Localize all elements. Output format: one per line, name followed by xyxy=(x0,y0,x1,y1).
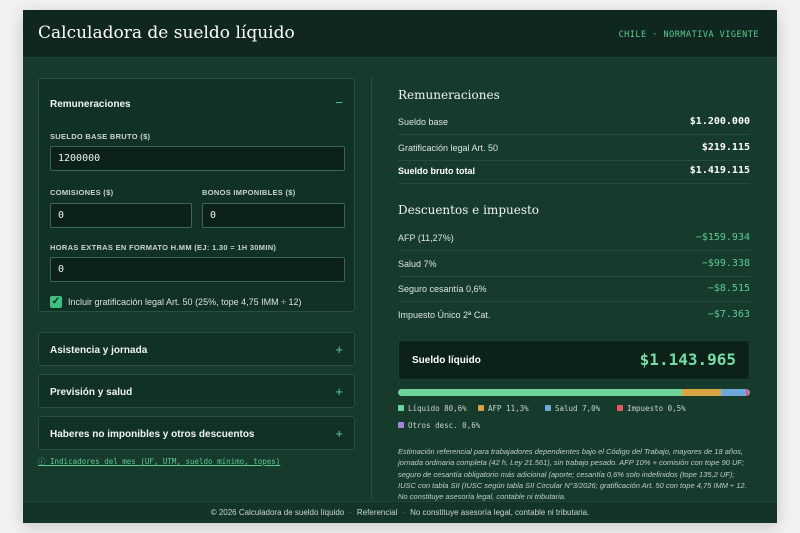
app-window: Calculadora de sueldo líquido CHILE · NO… xyxy=(23,10,777,523)
discount-value: −$99.338 xyxy=(701,258,750,269)
footer-disclaimer: No constituye asesoría legal, contable n… xyxy=(410,508,590,517)
panel-prevision[interactable]: Previsión y salud + xyxy=(38,374,355,408)
bonos-input[interactable]: 0 xyxy=(202,203,345,228)
legend-item-afp: AFP 11,3% xyxy=(478,404,529,413)
distribution-segment-2 xyxy=(721,389,747,396)
result-value: $1.419.115 xyxy=(689,165,750,176)
result-row-total: Sueldo bruto total $1.419.115 xyxy=(398,158,750,184)
discount-row: Salud 7% −$99.338 xyxy=(398,251,750,277)
comisiones-input[interactable]: 0 xyxy=(50,203,192,228)
sueldo-base-label: SUELDO BASE BRUTO ($) xyxy=(50,132,151,141)
expand-icon[interactable]: + xyxy=(335,384,343,399)
legend-swatch xyxy=(398,422,404,428)
discount-label: AFP (11,27%) xyxy=(398,233,454,243)
legend-swatch xyxy=(545,405,551,411)
sueldo-liquido-label: Sueldo líquido xyxy=(412,355,481,366)
bonos-label: BONOS IMPONIBLES ($) xyxy=(202,188,296,197)
legend-item-salud: Salud 7,0% xyxy=(545,404,600,413)
header: Calculadora de sueldo líquido CHILE · NO… xyxy=(23,10,777,58)
panel-remuneraciones: Remuneraciones − SUELDO BASE BRUTO ($) 1… xyxy=(38,78,355,312)
discount-row: AFP (11,27%) −$159.934 xyxy=(398,225,750,251)
legend-swatch xyxy=(478,405,484,411)
results-column: Remuneraciones Sueldo base $1.200.000 Gr… xyxy=(371,78,751,501)
discount-label: Seguro cesantía 0,6% xyxy=(398,284,487,294)
discount-label: Salud 7% xyxy=(398,259,437,269)
legend-item-liquido: Líquido 80,6% xyxy=(398,404,467,413)
panel-haberes[interactable]: Haberes no imponibles y otros descuentos… xyxy=(38,416,355,450)
footer-referencial: Referencial xyxy=(356,508,398,517)
collapse-icon[interactable]: − xyxy=(335,95,343,110)
legend-swatch xyxy=(617,405,623,411)
discount-value: −$8.515 xyxy=(707,283,750,294)
gratificacion-checkbox[interactable]: ✓ xyxy=(50,296,62,308)
footer-copyright: © 2026 Calculadora de sueldo líquido xyxy=(210,508,345,517)
remuneraciones-heading: Remuneraciones xyxy=(398,88,500,102)
result-label: Gratificación legal Art. 50 xyxy=(398,143,499,153)
sueldo-base-input[interactable]: 1200000 xyxy=(50,146,345,171)
distribution-bar xyxy=(398,389,750,396)
panel-title-remuneraciones[interactable]: Remuneraciones xyxy=(50,99,131,110)
panel-title-haberes[interactable]: Haberes no imponibles y otros descuentos xyxy=(50,429,255,440)
result-label: Sueldo bruto total xyxy=(398,166,475,176)
result-value: $1.200.000 xyxy=(689,116,750,127)
result-label: Sueldo base xyxy=(398,117,449,127)
discount-value: −$7.363 xyxy=(707,309,750,320)
discount-row: Seguro cesantía 0,6% −$8.515 xyxy=(398,276,750,302)
comisiones-label: COMISIONES ($) xyxy=(50,188,114,197)
sueldo-liquido-value: $1.143.965 xyxy=(639,350,736,369)
discount-label: Impuesto Único 2ª Cat. xyxy=(398,310,491,320)
distribution-segment-1 xyxy=(681,389,722,396)
expand-icon[interactable]: + xyxy=(335,426,343,441)
indicadores-link[interactable]: ⓘ Indicadores del mes (UF, UTM, sueldo m… xyxy=(38,456,280,467)
descuentos-heading: Descuentos e impuesto xyxy=(398,203,540,217)
distribution-segment-4 xyxy=(747,389,750,396)
panel-title-prevision[interactable]: Previsión y salud xyxy=(50,387,132,398)
panel-asistencia[interactable]: Asistencia y jornada + xyxy=(38,332,355,366)
region-tag: CHILE · NORMATIVA VIGENTE xyxy=(618,30,759,40)
expand-icon[interactable]: + xyxy=(335,342,343,357)
result-row: Sueldo base $1.200.000 xyxy=(398,109,750,135)
page-title: Calculadora de sueldo líquido xyxy=(38,23,295,43)
distribution-segment-0 xyxy=(398,389,682,396)
horas-extras-label: HORAS EXTRAS EN FORMATO H.MM (EJ: 1.30 =… xyxy=(50,243,277,252)
discount-row: Impuesto Único 2ª Cat. −$7.363 xyxy=(398,302,750,328)
legend-swatch xyxy=(398,405,404,411)
disclaimer-note: Estimación referencial para trabajadores… xyxy=(398,447,747,502)
gratificacion-label[interactable]: Incluir gratificación legal Art. 50 (25%… xyxy=(68,297,302,307)
discount-value: −$159.934 xyxy=(695,232,750,243)
legend-item-impuesto: Impuesto 0,5% xyxy=(617,404,686,413)
panel-title-asistencia[interactable]: Asistencia y jornada xyxy=(50,345,147,356)
result-value: $219.115 xyxy=(701,142,750,153)
sueldo-liquido-card: Sueldo líquido $1.143.965 xyxy=(398,340,750,380)
footer: © 2026 Calculadora de sueldo líquido · Ref… xyxy=(23,501,777,523)
horas-extras-input[interactable]: 0 xyxy=(50,257,345,282)
legend-item-otros: Otros desc. 0,6% xyxy=(398,421,480,430)
